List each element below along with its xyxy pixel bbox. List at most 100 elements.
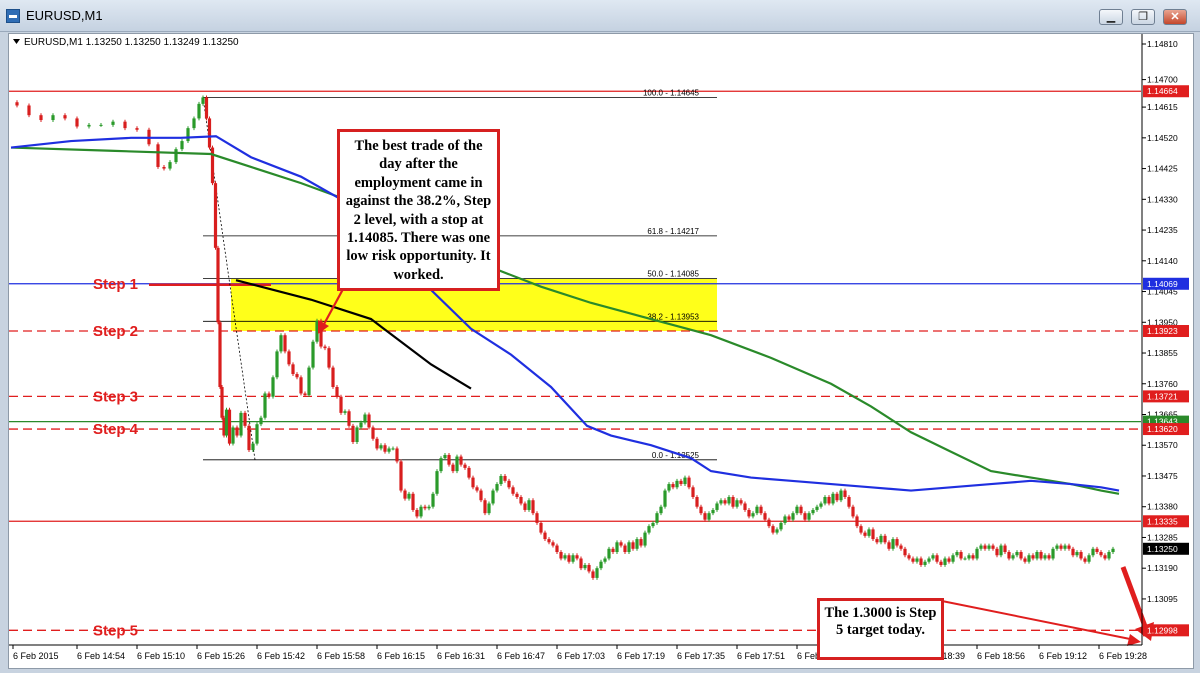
- time-tick-label: 6 Feb 18:56: [977, 651, 1025, 661]
- candle-body: [683, 477, 687, 485]
- candle-body: [743, 503, 747, 510]
- candle-body: [1075, 552, 1079, 556]
- candle-body: [479, 490, 483, 501]
- candle-body: [707, 513, 711, 520]
- price-tick-label: 1.13190: [1147, 563, 1178, 573]
- candle-body: [911, 558, 915, 562]
- candle-body: [799, 506, 803, 514]
- candle-body: [210, 147, 215, 184]
- candle-body: [875, 539, 879, 543]
- candle-body: [919, 558, 923, 565]
- price-tick-label: 1.14330: [1147, 194, 1178, 204]
- candle-body: [995, 548, 999, 556]
- close-button[interactable]: ✕: [1163, 9, 1187, 25]
- candle-body: [279, 335, 283, 352]
- candle-body: [935, 555, 939, 562]
- candle-body: [335, 386, 339, 397]
- candle-body: [803, 513, 807, 520]
- candle-body: [971, 555, 975, 559]
- candle-body: [355, 427, 359, 442]
- candle-body: [979, 545, 983, 549]
- time-tick-label: 6 Feb 2015: [13, 651, 59, 661]
- candle-body: [1003, 545, 1007, 553]
- candle-body: [491, 490, 495, 504]
- candle-body: [923, 561, 927, 565]
- candle-body: [471, 477, 475, 488]
- candle-body: [431, 493, 435, 507]
- price-chart[interactable]: 100.0 - 1.14645 61.8 - 1.14217 50.0 - 1.14…: [9, 34, 1193, 668]
- candle-body: [783, 516, 787, 523]
- dropdown-triangle-icon[interactable]: [13, 39, 20, 44]
- candle-body: [931, 555, 935, 559]
- candle-body: [891, 539, 895, 549]
- candle-body: [571, 555, 575, 562]
- candle-body: [679, 480, 683, 485]
- candle-body: [623, 545, 627, 553]
- candle-body: [213, 183, 218, 248]
- candle-body: [515, 493, 519, 498]
- candle-body: [819, 503, 823, 507]
- candle-body: [239, 412, 243, 436]
- bold-arrow-line: [1120, 566, 1149, 630]
- candle-body: [927, 558, 931, 562]
- candle-body: [156, 144, 160, 167]
- candle-body: [827, 497, 831, 504]
- candle-body: [235, 427, 239, 436]
- candle-body: [635, 539, 639, 549]
- price-tick-label: 1.14700: [1147, 75, 1178, 85]
- candle-body: [1039, 552, 1043, 559]
- level-price-badge: 1.13923: [1147, 326, 1178, 336]
- minimize-button[interactable]: ▁: [1099, 9, 1123, 25]
- candle-body: [547, 539, 551, 543]
- candle-body: [399, 461, 403, 491]
- candle-body: [523, 503, 527, 510]
- candle-body: [719, 500, 723, 504]
- price-tick-label: 1.13095: [1147, 594, 1178, 604]
- candle-body: [671, 484, 675, 488]
- candle-body: [331, 367, 335, 387]
- candle-body: [655, 513, 659, 523]
- candle-body: [1107, 552, 1111, 559]
- candle-body: [763, 513, 767, 520]
- candle-body: [311, 341, 315, 368]
- price-tick-label: 1.13285: [1147, 532, 1178, 542]
- candle-body: [627, 542, 631, 553]
- candle-body: [1015, 552, 1019, 556]
- candle-body: [863, 532, 867, 536]
- candle-body: [247, 425, 251, 451]
- candle-body: [947, 558, 951, 562]
- price-tick-label: 1.14235: [1147, 225, 1178, 235]
- candle-body: [243, 412, 247, 426]
- candle-body: [443, 454, 447, 459]
- chart-window[interactable]: 100.0 - 1.14645 61.8 - 1.14217 50.0 - 1.14…: [8, 33, 1194, 669]
- candle-body: [511, 487, 515, 494]
- candle-body: [667, 484, 671, 491]
- candle-body: [295, 374, 299, 378]
- candle-body: [767, 519, 771, 527]
- candle-body: [563, 555, 567, 559]
- candle-body: [1035, 552, 1039, 559]
- candle-body: [135, 128, 139, 130]
- candle-body: [1099, 552, 1103, 556]
- candle-body: [811, 509, 815, 514]
- candle-body: [231, 427, 235, 444]
- time-tick-label: 6 Feb 15:42: [257, 651, 305, 661]
- candle-body: [943, 558, 947, 565]
- candle-body: [587, 564, 591, 572]
- candle-body: [895, 539, 899, 546]
- candle-body: [259, 417, 263, 425]
- candle-body: [271, 377, 275, 397]
- candle-body: [475, 487, 479, 491]
- candle-body: [379, 445, 383, 449]
- candle-body: [867, 529, 871, 536]
- candle-body: [299, 377, 303, 394]
- candle-body: [323, 346, 327, 349]
- candle-body: [168, 162, 172, 169]
- candle-body: [939, 561, 943, 565]
- chart-header-label: EURUSD,M1 1.13250 1.13250 1.13249 1.1325…: [24, 37, 239, 48]
- price-tick-label: 1.13570: [1147, 440, 1178, 450]
- restore-button[interactable]: ❐: [1131, 9, 1155, 25]
- candle-body: [1103, 555, 1107, 559]
- candle-body: [343, 411, 347, 413]
- time-tick-label: 6 Feb 16:15: [377, 651, 425, 661]
